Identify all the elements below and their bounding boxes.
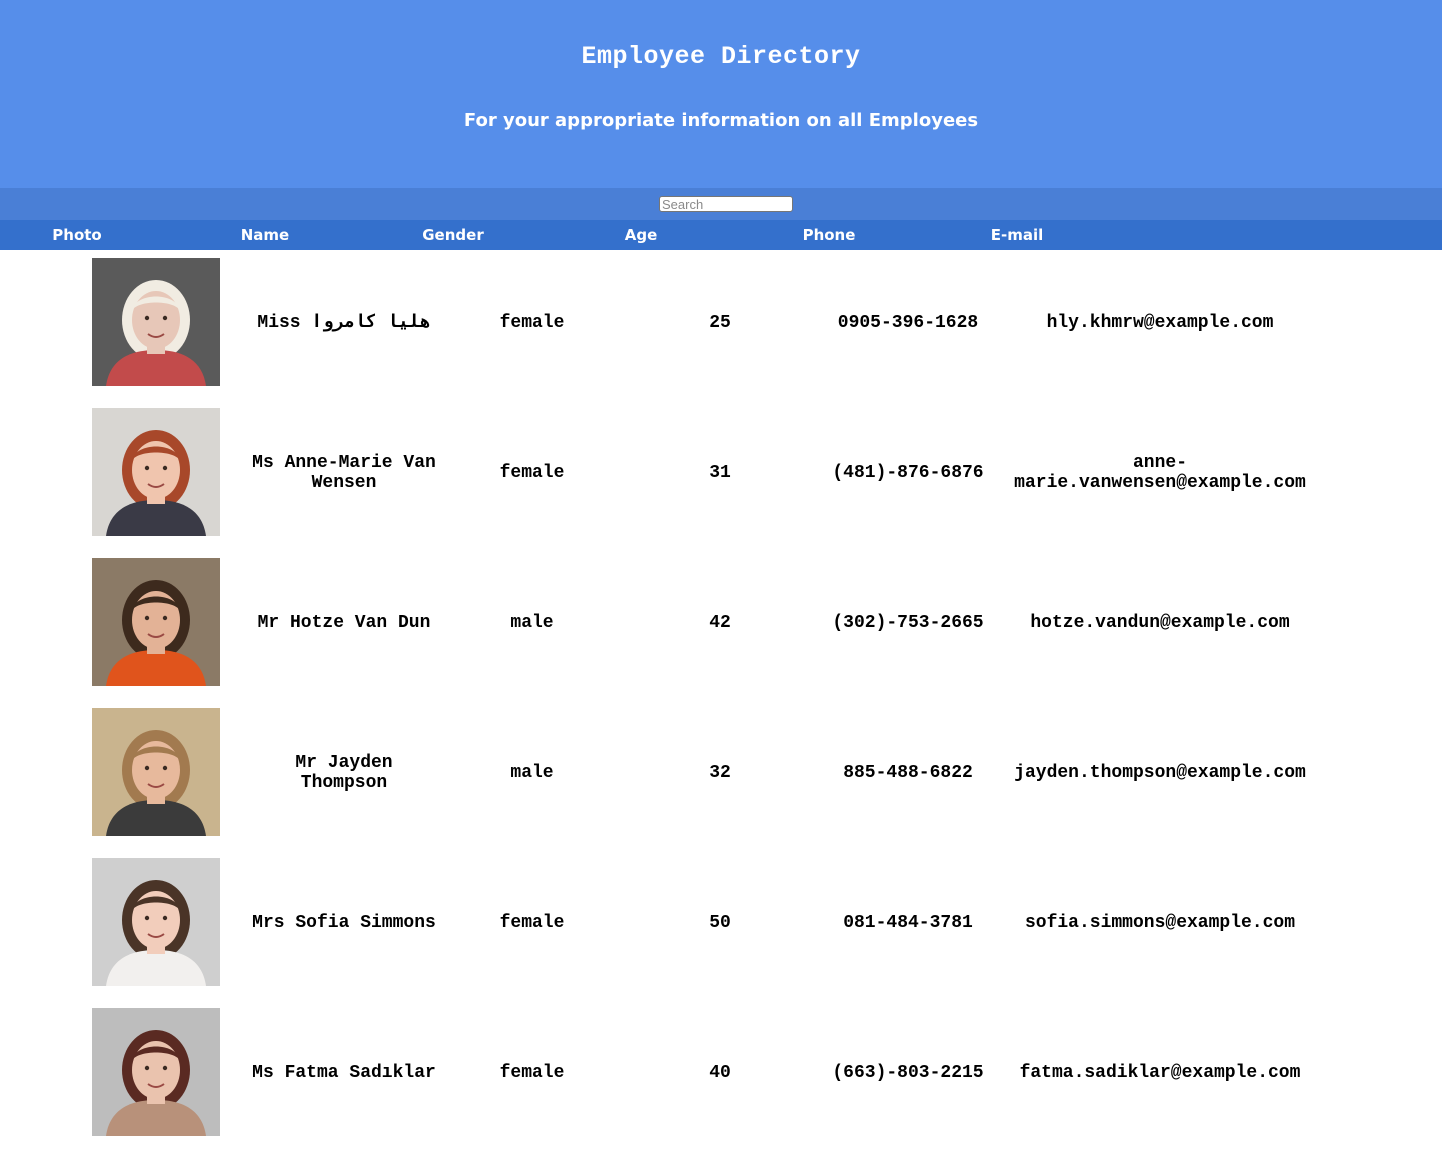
employee-age: 25 bbox=[709, 312, 731, 333]
column-header-name[interactable]: Name bbox=[165, 226, 365, 244]
employee-age: 32 bbox=[709, 762, 731, 783]
search-input[interactable] bbox=[659, 196, 793, 212]
employee-phone: (663)-803-2215 bbox=[832, 1062, 984, 1083]
employee-age: 50 bbox=[709, 912, 731, 933]
employee-photo bbox=[92, 258, 220, 386]
employee-gender: female bbox=[499, 912, 565, 933]
employee-name: Mrs Sofia Simmons bbox=[252, 912, 436, 933]
employee-phone: 081-484-3781 bbox=[843, 912, 973, 933]
table-row: Ms Fatma Sadıklar female 40 (663)-803-2215 f… bbox=[0, 1000, 1442, 1150]
employee-name: Mr Hotze Van Dun bbox=[257, 612, 431, 633]
employee-photo bbox=[92, 558, 220, 686]
employee-email: anne-marie.vanwensen@example.com bbox=[1014, 452, 1306, 493]
column-header-phone[interactable]: Phone bbox=[729, 226, 929, 244]
employee-email: fatma.sadiklar@example.com bbox=[1019, 1062, 1301, 1083]
table-row: Ms Anne-Marie Van Wensen female 31 (481)-87… bbox=[0, 400, 1442, 550]
column-header-photo[interactable]: Photo bbox=[0, 226, 177, 244]
employee-name: Mr Jayden Thompson bbox=[295, 752, 393, 793]
employee-photo bbox=[92, 708, 220, 836]
table-row: Mrs Sofia Simmons female 50 081-484-3781 sof… bbox=[0, 850, 1442, 1000]
employee-phone: (302)-753-2665 bbox=[832, 612, 984, 633]
column-header-age[interactable]: Age bbox=[541, 226, 741, 244]
employee-email: sofia.simmons@example.com bbox=[1024, 912, 1296, 933]
employee-email: jayden.thompson@example.com bbox=[1014, 762, 1306, 783]
employee-gender: male bbox=[510, 612, 554, 633]
employee-phone: 0905-396-1628 bbox=[837, 312, 979, 333]
employee-name: Ms Fatma Sadıklar bbox=[252, 1062, 436, 1083]
page-subtitle: For your appropriate information on all … bbox=[463, 110, 979, 131]
page-title: Employee Directory bbox=[581, 42, 861, 71]
employee-gender: male bbox=[510, 762, 554, 783]
column-header-gender[interactable]: Gender bbox=[353, 226, 553, 244]
employee-photo bbox=[92, 858, 220, 986]
employee-photo bbox=[92, 408, 220, 536]
employee-name: Ms Anne-Marie Van Wensen bbox=[252, 452, 436, 493]
employee-email: hotze.vandun@example.com bbox=[1030, 612, 1290, 633]
page-header: Employee Directory For your appropriate … bbox=[0, 0, 1442, 188]
employee-gender: female bbox=[499, 312, 565, 333]
table-row: Mr Hotze Van Dun male 42 (302)-753-2665 hotz… bbox=[0, 550, 1442, 700]
employee-gender: female bbox=[499, 1062, 565, 1083]
employee-gender: female bbox=[499, 462, 565, 483]
employee-email: hly.khmrw@example.com bbox=[1046, 312, 1274, 333]
employee-name: Miss هلیا کامروا bbox=[257, 312, 431, 333]
employee-age: 31 bbox=[709, 462, 731, 483]
employee-phone: 885-488-6822 bbox=[843, 762, 973, 783]
employee-photo bbox=[92, 1008, 220, 1136]
employee-age: 40 bbox=[709, 1062, 731, 1083]
table-row: Miss هلیا کامروا female 25 0905-396-1628 hly… bbox=[0, 250, 1442, 400]
column-header-email[interactable]: E-mail bbox=[917, 226, 1117, 244]
employee-phone: (481)-876-6876 bbox=[832, 462, 984, 483]
table-row: Mr Jayden Thompson male 32 885-488-6822 jayd… bbox=[0, 700, 1442, 850]
employee-age: 42 bbox=[709, 612, 731, 633]
